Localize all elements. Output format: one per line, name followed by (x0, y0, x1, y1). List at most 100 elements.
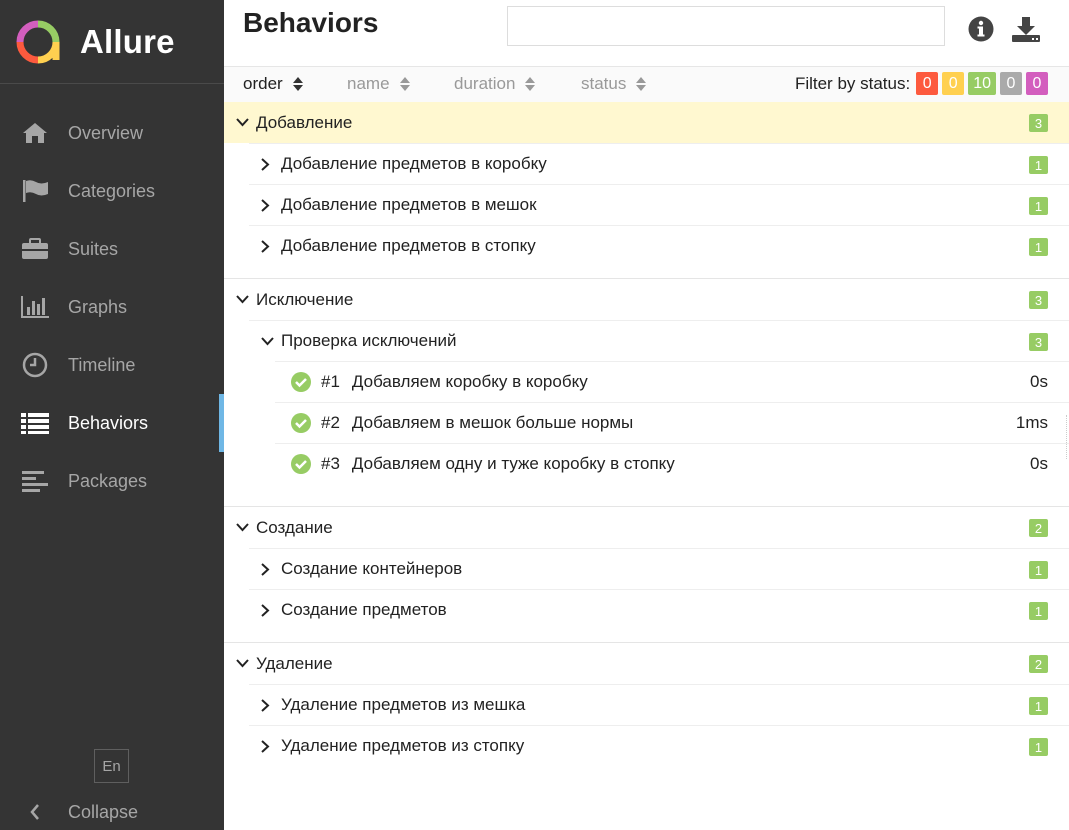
tree-node[interactable]: Удаление 2 (224, 643, 1069, 684)
filter-skipped-badge[interactable]: 0 (1000, 72, 1022, 95)
clock-icon (20, 351, 50, 379)
test-row[interactable]: #3 Добавляем одну и туже коробку в стопк… (275, 443, 1069, 484)
sidebar-item-categories[interactable]: Categories (0, 162, 224, 220)
sidebar-item-suites[interactable]: Suites (0, 220, 224, 278)
align-left-icon (20, 467, 50, 495)
count-badge: 2 (1029, 519, 1048, 537)
chevron-down-icon (261, 336, 275, 346)
sort-icon (525, 77, 536, 91)
count-badge: 3 (1029, 114, 1048, 132)
sort-duration[interactable]: duration (454, 74, 536, 94)
chevron-right-icon (261, 603, 275, 617)
allure-logo-icon (16, 20, 60, 63)
check-circle-icon (291, 372, 311, 392)
filter-failed-badge[interactable]: 0 (916, 72, 939, 95)
sidebar-item-overview[interactable]: Overview (0, 104, 224, 162)
sort-label: name (347, 74, 390, 93)
count-badge: 1 (1029, 561, 1048, 579)
collapse-button[interactable]: Collapse (20, 796, 138, 828)
page-title: Behaviors (243, 7, 379, 38)
sidebar-item-timeline[interactable]: Timeline (0, 336, 224, 394)
chevron-right-icon (261, 562, 275, 576)
count-badge: 3 (1029, 333, 1048, 351)
sidebar-item-label: Packages (68, 470, 148, 491)
count-badge: 1 (1029, 697, 1048, 715)
count-badge: 3 (1029, 291, 1048, 309)
sidebar-item-label: Overview (68, 122, 144, 143)
tree-node[interactable]: Удаление предметов из стопку 1 (249, 725, 1069, 766)
sort-order[interactable]: order (243, 74, 304, 94)
tree-node-label: Исключение (256, 289, 354, 309)
info-button[interactable] (965, 12, 997, 46)
main-content: Behaviors order name duration status Fil… (224, 0, 1069, 830)
sidebar-item-label: Categories (68, 180, 156, 201)
sort-icon (399, 77, 410, 91)
test-number: #1 (321, 372, 340, 391)
chevron-right-icon (261, 739, 275, 753)
info-icon (968, 16, 994, 42)
download-button[interactable] (1010, 12, 1042, 46)
tree-node[interactable]: Создание контейнеров 1 (249, 548, 1069, 589)
search-input[interactable] (507, 6, 945, 46)
tree-group: Удаление 2 Удаление предметов из мешка 1… (224, 643, 1069, 778)
sort-name[interactable]: name (347, 74, 411, 94)
test-name: Добавляем в мешок больше нормы (351, 413, 634, 432)
test-number: #3 (321, 454, 340, 473)
behaviors-tree: Добавление 3 Добавление предметов в коро… (224, 102, 1069, 778)
sort-label: order (243, 74, 283, 93)
filter-passed-badge[interactable]: 10 (968, 72, 996, 95)
filter-unknown-badge[interactable]: 0 (1026, 72, 1048, 95)
app-name: Allure (80, 22, 175, 60)
brand[interactable]: Allure (0, 0, 224, 84)
tree-node-label: Создание (256, 517, 333, 537)
tree-node[interactable]: Проверка исключений 3 (249, 320, 1069, 361)
tree-node[interactable]: Добавление предметов в мешок 1 (249, 184, 1069, 225)
sidebar-item-label: Behaviors (68, 412, 149, 433)
tree-node[interactable]: Добавление 3 (224, 102, 1069, 143)
filter-broken-badge[interactable]: 0 (942, 72, 965, 95)
sidebar-item-label: Suites (68, 238, 119, 259)
chevron-down-icon (236, 118, 250, 127)
tree-node[interactable]: Создание предметов 1 (249, 589, 1069, 630)
home-icon (20, 119, 50, 147)
sidebar-nav: Overview Categories Suites Graphs Timeli… (0, 104, 224, 510)
page-header: Behaviors (224, 0, 1069, 66)
test-row[interactable]: #2 Добавляем в мешок больше нормы 1ms (275, 402, 1069, 443)
test-row[interactable]: #1 Добавляем коробку в коробку 0s (275, 361, 1069, 402)
tree-node-label: Удаление (256, 653, 333, 673)
sidebar-item-behaviors[interactable]: Behaviors (0, 394, 224, 452)
status-filter: Filter by status: 0 0 10 0 0 (795, 72, 1048, 95)
tree-group: Добавление 3 Добавление предметов в коро… (224, 102, 1069, 279)
chevron-down-icon (236, 295, 250, 304)
tree-node-label: Добавление предметов в коробку (281, 154, 547, 173)
sort-status[interactable]: status (581, 74, 647, 94)
sort-label: status (581, 74, 627, 93)
sort-filter-toolbar: order name duration status Filter by sta… (224, 66, 1069, 102)
tree-node[interactable]: Добавление предметов в коробку 1 (249, 143, 1069, 184)
sidebar-item-label: Graphs (68, 296, 128, 317)
sort-icon (292, 77, 303, 91)
tree-node-label: Добавление предметов в мешок (281, 195, 537, 214)
tree-node[interactable]: Добавление предметов в стопку 1 (249, 225, 1069, 266)
tree-node-label: Удаление предметов из стопку (281, 736, 525, 755)
list-icon (20, 409, 50, 437)
tree-node[interactable]: Исключение 3 (224, 279, 1069, 320)
chevron-left-icon (20, 804, 50, 820)
tree-node-label: Проверка исключений (281, 331, 457, 350)
sidebar-item-graphs[interactable]: Graphs (0, 278, 224, 336)
sidebar: Allure Overview Categories Suites Graphs (0, 0, 224, 830)
tree-node[interactable]: Создание 2 (224, 507, 1069, 548)
bar-chart-icon (20, 293, 50, 321)
tree-node-label: Удаление предметов из мешка (281, 695, 526, 714)
chevron-right-icon (261, 698, 275, 712)
test-duration: 0s (1030, 372, 1048, 391)
sidebar-item-packages[interactable]: Packages (0, 452, 224, 510)
chevron-right-icon (261, 239, 275, 253)
count-badge: 1 (1029, 602, 1048, 620)
language-switcher[interactable]: En (94, 749, 129, 783)
test-duration: 0s (1030, 454, 1048, 473)
sort-label: duration (454, 74, 516, 93)
tree-node[interactable]: Удаление предметов из мешка 1 (249, 684, 1069, 725)
flag-icon (20, 177, 50, 205)
sort-icon (636, 77, 647, 91)
